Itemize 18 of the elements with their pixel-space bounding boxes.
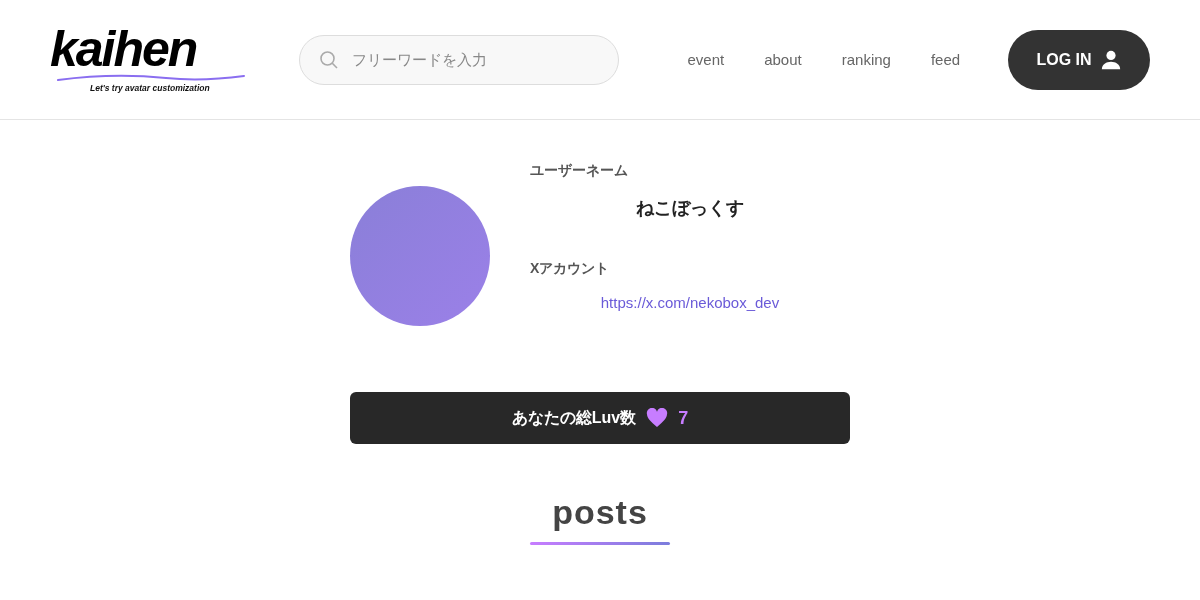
user-icon: [1099, 48, 1122, 71]
search-field[interactable]: フリーワードを入力: [299, 34, 620, 85]
field-label: ユーザーネーム: [530, 161, 628, 180]
nav-link[interactable]: ranking: [821, 51, 911, 68]
luv-label: あなたの総Luv数: [511, 407, 637, 429]
nav-link[interactable]: about: [744, 51, 822, 68]
nav-link[interactable]: event: [667, 51, 745, 68]
logo[interactable]: kaihen Let's try avatar customization: [50, 26, 252, 93]
nav-link[interactable]: feed: [910, 51, 981, 68]
login-button[interactable]: LOG IN: [1008, 29, 1150, 90]
username: ねこぼっくす: [636, 197, 744, 220]
logo-wordmark: kaihen: [50, 26, 198, 72]
field-label: Xアカウント: [530, 259, 610, 278]
luv-count: 7: [678, 407, 689, 429]
x-account-link[interactable]: https://x.com/nekobox_dev: [600, 294, 780, 311]
section-heading: posts: [552, 492, 648, 532]
logo-tagline: Let's try avatar customization: [90, 83, 210, 93]
heart-icon: [646, 408, 669, 428]
